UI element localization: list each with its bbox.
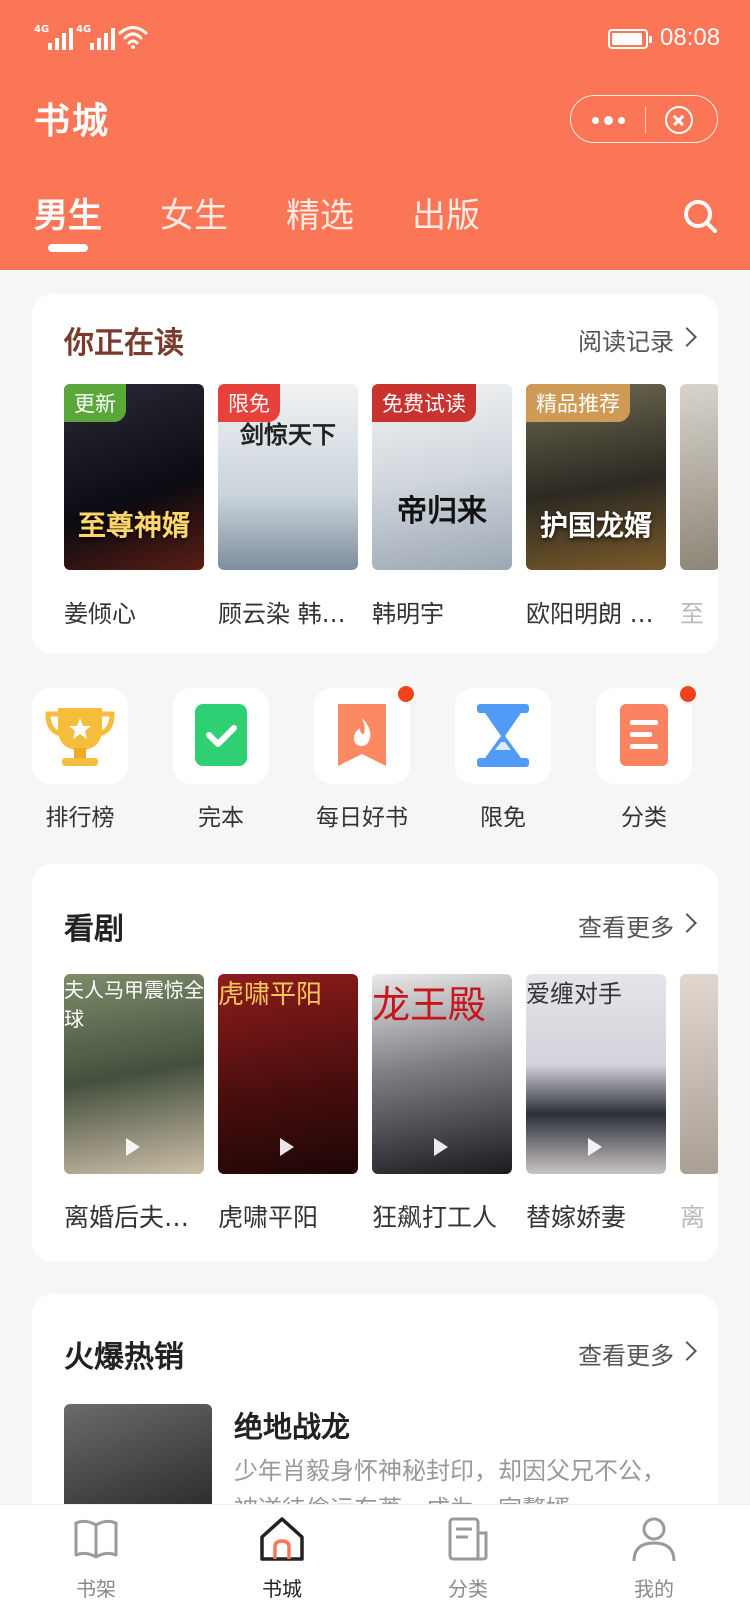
quick-entries: 排行榜 完本 每日好书 限免 分类 <box>32 684 718 834</box>
nav-bookshelf[interactable]: 书架 <box>36 1513 156 1602</box>
section-title: 你正在读 <box>64 318 214 364</box>
finished-entry[interactable]: 完本 <box>173 688 269 832</box>
signal-label: 4G <box>76 24 92 35</box>
category-entry[interactable]: 分类 <box>596 684 698 832</box>
more-menu-button[interactable] <box>571 96 645 144</box>
book-title[interactable]: 绝地战龙 <box>234 1404 350 1446</box>
entry-label: 限免 <box>480 805 526 831</box>
update-badge: 更新 <box>64 384 126 422</box>
reading-card: 你正在读 阅读记录 更新 至尊神婿 姜倾心 限免 剑惊天下 顾云染 韩… 免费试… <box>32 294 718 654</box>
play-icon <box>588 1138 602 1156</box>
book-cover[interactable] <box>680 384 718 570</box>
drama-cover[interactable]: 虎啸平阳 <box>218 974 358 1174</box>
drama-cover[interactable]: 龙王殿 <box>372 974 512 1174</box>
drama-cover[interactable]: 爱缠对手 <box>526 974 666 1174</box>
section-title: 看剧 <box>64 912 124 947</box>
drama-card: 看剧 查看更多 夫人马甲震惊全球 离婚后夫… 虎啸平阳 虎啸平阳 龙王殿 狂飙打… <box>32 864 718 1262</box>
cover-art-text: 剑惊天下 <box>240 421 336 449</box>
trophy-icon <box>32 688 128 784</box>
cover-art-text: 护国龙婿 <box>539 509 652 542</box>
tab-featured[interactable]: 精选 <box>286 188 354 237</box>
drama-name[interactable]: 替嫁娇妻 <box>526 1198 666 1234</box>
tab-published[interactable]: 出版 <box>412 188 480 237</box>
tab-male[interactable]: 男生 <box>34 188 102 252</box>
entry-label: 分类 <box>621 805 667 831</box>
cover-art-text: 夫人马甲震惊全球 <box>64 978 204 1031</box>
view-more-link[interactable]: 查看更多 <box>578 908 674 943</box>
daily-book-entry[interactable]: 每日好书 <box>314 684 416 832</box>
channel-tabs: 男生 女生 精选 出版 <box>34 188 480 252</box>
entry-label: 每日好书 <box>316 805 408 831</box>
bookshelf-icon <box>74 1519 118 1559</box>
hourglass-icon <box>455 688 551 784</box>
book-name[interactable]: 韩明宇 <box>372 594 512 629</box>
close-button[interactable] <box>665 106 693 134</box>
cover-art-text: 爱缠对手 <box>526 980 622 1008</box>
free-entry[interactable]: 限免 <box>455 688 551 832</box>
book-name[interactable]: 至 <box>680 594 718 629</box>
nav-bookstore[interactable]: 书城 <box>222 1513 342 1602</box>
trial-badge: 免费试读 <box>372 384 476 422</box>
list-icon <box>596 684 698 784</box>
rank-entry[interactable]: 排行榜 <box>32 688 128 832</box>
nav-profile[interactable]: 我的 <box>594 1513 714 1602</box>
cover-art-text: 帝归来 <box>397 494 487 529</box>
cover-art-text: 龙王殿 <box>372 983 487 1027</box>
book-cover[interactable] <box>64 1404 212 1514</box>
book-cover[interactable]: 免费试读 帝归来 <box>372 384 512 570</box>
nav-label: 分类 <box>448 1577 488 1601</box>
profile-icon <box>632 1517 676 1562</box>
drama-name[interactable]: 虎啸平阳 <box>218 1198 358 1234</box>
reading-history-link[interactable]: 阅读记录 <box>578 322 674 357</box>
notification-dot <box>678 684 698 704</box>
entry-label: 完本 <box>198 805 244 831</box>
entry-label: 排行榜 <box>45 805 115 831</box>
chevron-right-icon <box>677 1341 697 1361</box>
book-name[interactable]: 姜倾心 <box>64 594 204 629</box>
drama-name[interactable]: 狂飙打工人 <box>372 1198 512 1234</box>
nav-label: 我的 <box>634 1577 674 1601</box>
nav-label: 书架 <box>76 1577 116 1601</box>
home-icon <box>260 1517 304 1561</box>
nav-category[interactable]: 分类 <box>408 1513 528 1602</box>
wifi-icon <box>118 26 148 49</box>
fire-bookmark-icon <box>314 684 416 784</box>
play-icon <box>126 1138 140 1156</box>
category-icon <box>448 1517 488 1561</box>
chevron-right-icon <box>677 327 697 347</box>
book-name[interactable]: 顾云染 韩… <box>218 594 358 629</box>
view-more-link[interactable]: 查看更多 <box>578 1336 674 1371</box>
drama-name[interactable]: 离 <box>680 1198 718 1234</box>
cover-art-text: 虎啸平阳 <box>218 980 323 1010</box>
book-name[interactable]: 欧阳明朗 … <box>526 594 666 629</box>
check-book-icon <box>173 688 269 784</box>
capsule-divider <box>645 106 646 134</box>
status-bar: 4G 4G 08:08 <box>0 0 750 80</box>
status-time: 08:08 <box>660 24 721 51</box>
play-icon <box>434 1138 448 1156</box>
book-cover[interactable]: 更新 至尊神婿 <box>64 384 204 570</box>
drama-cover[interactable] <box>680 974 718 1174</box>
drama-cover[interactable]: 夫人马甲震惊全球 <box>64 974 204 1174</box>
chevron-right-icon <box>677 913 697 933</box>
notification-dot <box>396 684 416 704</box>
signal-label: 4G <box>34 24 50 35</box>
cover-art-text: 至尊神婿 <box>77 509 190 542</box>
book-cover[interactable]: 限免 剑惊天下 <box>218 384 358 570</box>
bottom-nav: 书架 书城 分类 我的 <box>0 1504 750 1624</box>
drama-name[interactable]: 离婚后夫… <box>64 1198 204 1234</box>
reading-list: 更新 至尊神婿 姜倾心 限免 剑惊天下 顾云染 韩… 免费试读 帝归来 韩明宇 … <box>64 384 718 628</box>
search-icon[interactable] <box>682 198 718 234</box>
tab-female[interactable]: 女生 <box>160 188 228 237</box>
battery-icon <box>608 29 652 49</box>
nav-label: 书城 <box>262 1577 302 1601</box>
play-icon <box>280 1138 294 1156</box>
section-title: 火爆热销 <box>64 1340 184 1375</box>
page-title: 书城 <box>34 101 111 142</box>
book-cover[interactable]: 精品推荐 护国龙婿 <box>526 384 666 570</box>
top-header: 4G 4G 08:08 书城 男生 女生 精选 出版 <box>0 0 750 270</box>
recommend-badge: 精品推荐 <box>526 384 630 422</box>
miniprogram-capsule <box>570 95 718 143</box>
drama-list: 夫人马甲震惊全球 离婚后夫… 虎啸平阳 虎啸平阳 龙王殿 狂飙打工人 爱缠对手 … <box>64 974 718 1254</box>
